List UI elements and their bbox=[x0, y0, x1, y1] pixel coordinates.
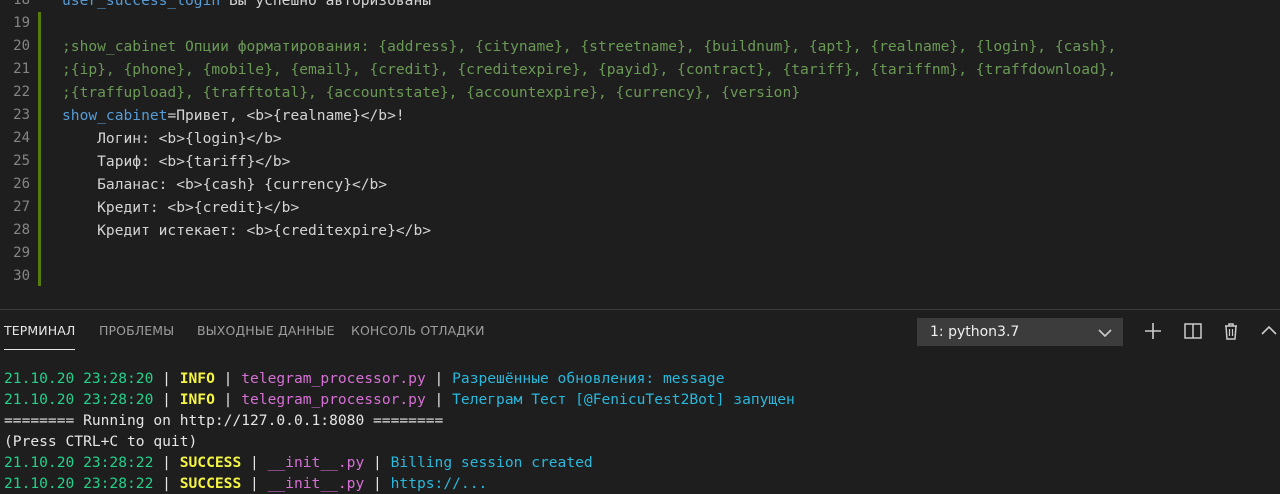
code-line[interactable]: 26 Баланас: <b>{cash} {currency}</b> bbox=[0, 173, 1280, 196]
code-comment: ;{ip}, {phone}, {mobile}, {email}, {cred… bbox=[62, 61, 1117, 78]
code-value: =Привет, <b>{realname}</b>! bbox=[167, 107, 405, 124]
code-text: Кредит истекает: <b>{creditexpire}</b> bbox=[62, 219, 431, 242]
terminal-text: (Press CTRL+C to quit) bbox=[4, 433, 198, 450]
line-number: 22 bbox=[13, 84, 30, 100]
log-timestamp: 21.10.20 23:28:20 bbox=[4, 370, 154, 387]
code-text: show_cabinet=Привет, <b>{realname}</b>! bbox=[62, 104, 405, 127]
line-number: 30 bbox=[13, 268, 30, 284]
line-number: 25 bbox=[13, 153, 30, 169]
line-number: 26 bbox=[13, 176, 30, 192]
code-comment: ;show_cabinet Опции форматирования: {add… bbox=[62, 38, 1117, 55]
log-separator: | bbox=[241, 454, 268, 471]
code-line[interactable]: 18 user_success_login Вы успешно авторизо… bbox=[0, 0, 1280, 12]
log-timestamp: 21.10.20 23:28:22 bbox=[4, 475, 154, 492]
code-text: Баланас: <b>{cash} {currency}</b> bbox=[62, 173, 387, 196]
log-level: SUCCESS bbox=[179, 475, 242, 492]
log-message: Billing session created bbox=[390, 454, 593, 471]
line-number: 21 bbox=[13, 61, 30, 77]
terminal-select-value: 1: python3.7 bbox=[930, 324, 1020, 340]
code-line[interactable]: 21 ;{ip}, {phone}, {mobile}, {email}, {cr… bbox=[0, 58, 1280, 81]
code-key: user_success_login bbox=[62, 0, 221, 9]
log-separator: | bbox=[364, 475, 391, 492]
code-line[interactable]: 22 ;{traffupload}, {trafftotal}, {account… bbox=[0, 81, 1280, 104]
log-separator: | bbox=[214, 370, 242, 387]
trash-icon[interactable] bbox=[1220, 320, 1242, 342]
log-source: telegram_processor.py bbox=[241, 370, 426, 387]
log-separator: | bbox=[214, 391, 242, 408]
code-value: Кредит: <b>{credit}</b> bbox=[62, 199, 300, 216]
code-line[interactable]: 19 bbox=[0, 12, 1280, 35]
line-number: 27 bbox=[13, 199, 30, 215]
bottom-panel: ТЕРМИНАЛ ПРОБЛЕМЫ ВЫХОДНЫЕ ДАННЫЕ КОНСОЛ… bbox=[0, 309, 1280, 492]
code-line[interactable]: 23 show_cabinet=Привет, <b>{realname}</b>… bbox=[0, 104, 1280, 127]
code-line[interactable]: 28 Кредит истекает: <b>{creditexpire}</b… bbox=[0, 219, 1280, 242]
code-text: Тариф: <b>{tariff}</b> bbox=[62, 150, 290, 173]
tab-debug-console[interactable]: КОНСОЛЬ ОТЛАДКИ bbox=[351, 310, 485, 352]
code-value: Логин: <b>{login}</b> bbox=[62, 130, 282, 147]
log-separator: | bbox=[153, 454, 180, 471]
code-value: Кредит истекает: <b>{creditexpire}</b> bbox=[62, 222, 432, 239]
tab-terminal[interactable]: ТЕРМИНАЛ bbox=[4, 310, 76, 352]
code-line[interactable]: 20 ;show_cabinet Опции форматирования: {a… bbox=[0, 35, 1280, 58]
code-text: Логин: <b>{login}</b> bbox=[62, 127, 282, 150]
log-source: __init__.py bbox=[267, 454, 365, 471]
terminal-line: ======== Running on http://127.0.0.1:808… bbox=[4, 410, 795, 431]
code-key: show_cabinet bbox=[62, 107, 168, 124]
code-text: ;show_cabinet Опции форматирования: {add… bbox=[62, 35, 1116, 58]
log-source: telegram_processor.py bbox=[241, 391, 426, 408]
terminal-output[interactable]: 21.10.20 23:28:20 | INFO | telegram_proc… bbox=[4, 368, 795, 494]
split-icon[interactable] bbox=[1182, 320, 1204, 342]
code-text: user_success_login Вы успешно авторизова… bbox=[62, 0, 431, 12]
plus-icon[interactable] bbox=[1142, 320, 1164, 342]
line-number: 18 bbox=[13, 0, 30, 8]
log-source: __init__.py bbox=[267, 475, 365, 492]
terminal-line: 21.10.20 23:28:22 | SUCCESS | __init__.p… bbox=[4, 452, 795, 473]
line-number: 29 bbox=[13, 245, 30, 261]
code-text: ;{traffupload}, {trafftotal}, {accountst… bbox=[62, 81, 800, 104]
terminal-line: 21.10.20 23:28:22 | SUCCESS | __init__.p… bbox=[4, 473, 795, 494]
code-value: Тариф: <b>{tariff}</b> bbox=[62, 153, 291, 170]
line-number: 24 bbox=[13, 130, 30, 146]
log-message: https://... bbox=[390, 475, 488, 492]
terminal-line: 21.10.20 23:28:20 | INFO | telegram_proc… bbox=[4, 368, 795, 389]
code-value: Баланас: <b>{cash} {currency}</b> bbox=[62, 176, 388, 193]
log-timestamp: 21.10.20 23:28:20 bbox=[4, 391, 154, 408]
log-level: INFO bbox=[179, 391, 215, 408]
chevron-down-icon bbox=[1098, 329, 1112, 338]
code-editor[interactable]: 18 user_success_login Вы успешно авторизо… bbox=[0, 0, 1280, 309]
terminal-line: 21.10.20 23:28:20 | INFO | telegram_proc… bbox=[4, 389, 795, 410]
code-text: Кредит: <b>{credit}</b> bbox=[62, 196, 299, 219]
code-line[interactable]: 30 bbox=[0, 265, 1280, 288]
line-number: 23 bbox=[13, 107, 30, 123]
terminal-text: ======== Running on http://127.0.0.1:808… bbox=[4, 412, 444, 429]
log-separator: | bbox=[153, 475, 180, 492]
log-separator: | bbox=[425, 370, 453, 387]
terminal-line: (Press CTRL+C to quit) bbox=[4, 431, 795, 452]
code-line[interactable]: 27 Кредит: <b>{credit}</b> bbox=[0, 196, 1280, 219]
log-message: Разрешённые обновления: message bbox=[452, 370, 725, 387]
log-separator: | bbox=[153, 391, 180, 408]
log-separator: | bbox=[364, 454, 391, 471]
line-number: 19 bbox=[13, 15, 30, 31]
code-text: ;{ip}, {phone}, {mobile}, {email}, {cred… bbox=[62, 58, 1116, 81]
tab-problems[interactable]: ПРОБЛЕМЫ bbox=[99, 310, 174, 352]
log-separator: | bbox=[425, 391, 453, 408]
log-message: Телеграм Тест [@FenicuTest2Bot] запущен bbox=[452, 391, 795, 408]
log-timestamp: 21.10.20 23:28:22 bbox=[4, 454, 154, 471]
code-line[interactable]: 25 Тариф: <b>{tariff}</b> bbox=[0, 150, 1280, 173]
tab-output[interactable]: ВЫХОДНЫЕ ДАННЫЕ bbox=[197, 310, 335, 352]
log-separator: | bbox=[241, 475, 268, 492]
log-separator: | bbox=[153, 370, 180, 387]
code-value: Вы успешно авторизованы bbox=[220, 0, 432, 9]
chevron-up-icon[interactable] bbox=[1258, 320, 1280, 342]
line-number: 28 bbox=[13, 222, 30, 238]
log-level: INFO bbox=[179, 370, 215, 387]
code-comment: ;{traffupload}, {trafftotal}, {accountst… bbox=[62, 84, 801, 101]
line-number: 20 bbox=[13, 38, 30, 54]
code-line[interactable]: 24 Логин: <b>{login}</b> bbox=[0, 127, 1280, 150]
code-line[interactable]: 29 bbox=[0, 242, 1280, 265]
panel-tabs: ТЕРМИНАЛ ПРОБЛЕМЫ ВЫХОДНЫЕ ДАННЫЕ КОНСОЛ… bbox=[0, 310, 900, 352]
terminal-select[interactable]: 1: python3.7 bbox=[917, 318, 1123, 346]
log-level: SUCCESS bbox=[179, 454, 242, 471]
